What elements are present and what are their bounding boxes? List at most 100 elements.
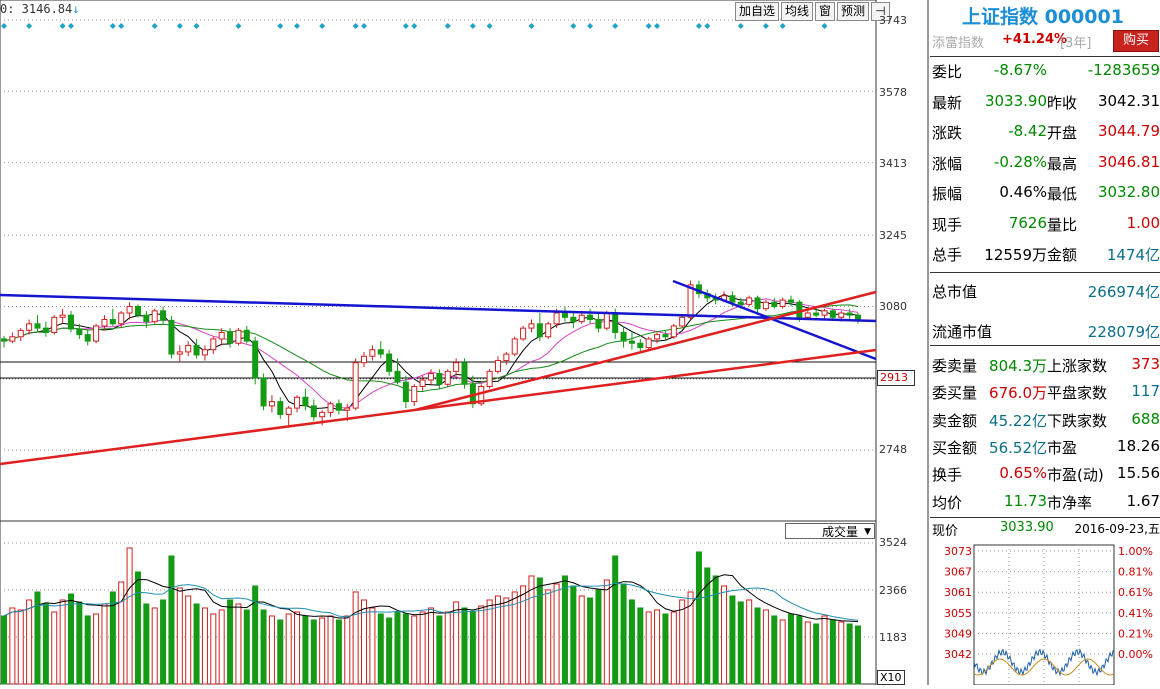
quote-row: 现手 7626 量比 1.00: [930, 214, 1160, 236]
volume-bar: [310, 619, 317, 685]
signal-marker: [277, 23, 284, 29]
volume-unit-label: X10: [877, 670, 905, 685]
divider: [930, 517, 1160, 518]
mini-price-tick: 3073: [944, 545, 972, 558]
tianfu-name[interactable]: 添富指数: [932, 32, 984, 51]
signal-marker: [411, 23, 418, 29]
quote-value: 12559万: [984, 246, 1047, 264]
candle-body: [101, 318, 108, 327]
candle-body: [612, 312, 619, 333]
now-date: 2016-09-23,五: [1074, 522, 1160, 536]
signal-marker: [528, 23, 535, 29]
quote-value: 3044.79: [1097, 122, 1160, 140]
signal-marker: [587, 23, 594, 29]
quote-value: -8.67%: [993, 61, 1047, 79]
quote-row: 振幅 0.46% 最低 3032.80: [930, 183, 1160, 205]
window-button[interactable]: 窗: [815, 2, 836, 21]
candle-body: [788, 299, 795, 303]
volume-bar: [654, 609, 661, 685]
volume-bar: [176, 587, 183, 685]
volume-bar: [754, 607, 761, 685]
candle-body: [268, 401, 275, 407]
signal-marker: [361, 23, 368, 29]
volume-bar: [243, 609, 250, 685]
mini-pct-tick: 0.21%: [1118, 627, 1153, 640]
volume-bar: [570, 585, 577, 685]
candle-body: [645, 338, 652, 349]
volume-bar: [42, 603, 49, 685]
candle-body: [520, 327, 527, 340]
candle-body: [813, 312, 820, 316]
candle-body: [603, 312, 610, 329]
candle-body: [277, 401, 284, 416]
candle-body: [302, 396, 309, 407]
predict-button[interactable]: 预测: [837, 2, 870, 21]
candle-body: [637, 342, 644, 349]
stat-label: 市盈(动): [1047, 466, 1104, 485]
now-price: 3033.90: [1000, 520, 1054, 535]
volume-bar: [0, 615, 8, 685]
cap-value: 266974亿: [1087, 283, 1160, 301]
price-tick: 3080: [879, 300, 907, 313]
volume-bar: [536, 577, 543, 685]
signal-marker: [352, 23, 359, 29]
volume-bar: [17, 609, 24, 685]
price-tick: 3743: [879, 14, 907, 27]
signal-marker: [235, 23, 242, 29]
candle-body: [285, 407, 292, 416]
intraday-mini-chart[interactable]: 3073 1.00% 3067 0.81% 3061 0.61% 3055 0.41% 3049…: [930, 543, 1160, 686]
quote-value: 1.00: [1126, 213, 1160, 232]
volume-bar: [185, 595, 192, 685]
candle-body: [620, 331, 627, 342]
volume-bar: [411, 615, 418, 685]
quote-row: 涨跌 -8.42 开盘 3044.79: [930, 122, 1160, 144]
volume-bar: [503, 597, 510, 685]
divider: [930, 272, 1160, 273]
candle-body: [846, 312, 853, 316]
volume-bar: [645, 611, 652, 685]
stat-label: 卖金额: [932, 411, 978, 430]
candle-body: [746, 297, 753, 305]
candle-body: [838, 312, 845, 318]
add-favorite-button[interactable]: 加自选: [735, 2, 780, 21]
volume-bar: [612, 555, 619, 685]
volume-bar: [854, 625, 862, 685]
candle-body: [528, 323, 535, 329]
volume-bar: [51, 611, 58, 685]
volume-bar: [93, 613, 100, 685]
volume-bar: [9, 607, 16, 685]
cap-row: 流通市值 228079亿: [930, 321, 1160, 343]
volume-bar: [67, 593, 74, 685]
stat-value: 0.65%: [999, 464, 1047, 483]
volume-bar: [595, 589, 602, 685]
candle-body: [0, 338, 8, 342]
indicator-select[interactable]: 成交量 ▼: [785, 523, 875, 539]
signal-marker: [737, 23, 744, 29]
stat-row: 卖金额 45.22亿 下跌家数 688: [930, 410, 1160, 432]
candle-body: [804, 312, 811, 318]
volume-bar: [444, 611, 451, 685]
volume-bar: [151, 607, 158, 685]
signal-marker: [762, 23, 769, 29]
candle-body: [319, 411, 326, 418]
quote-value: 3033.90: [984, 91, 1047, 110]
volume-bar: [402, 613, 409, 685]
buy-button[interactable]: 购买: [1113, 30, 1159, 52]
signal-marker: [704, 23, 711, 29]
candle-body: [536, 323, 543, 338]
candle-body: [185, 344, 192, 353]
volume-bar: [670, 611, 677, 685]
quote-label: 最高: [1047, 154, 1078, 173]
moving-average-button[interactable]: 均线: [781, 2, 814, 21]
candle-body: [377, 349, 384, 355]
candle-body: [210, 338, 217, 351]
quote-value: 3032.80: [1097, 183, 1160, 201]
signal-marker: [645, 23, 652, 29]
candle-body: [294, 396, 301, 409]
volume-bar: [377, 613, 384, 685]
signal-marker: [469, 23, 476, 29]
volume-bar: [76, 601, 83, 685]
stat-label: 均价: [932, 493, 963, 512]
candle-body: [9, 336, 16, 342]
candle-body: [260, 377, 267, 407]
